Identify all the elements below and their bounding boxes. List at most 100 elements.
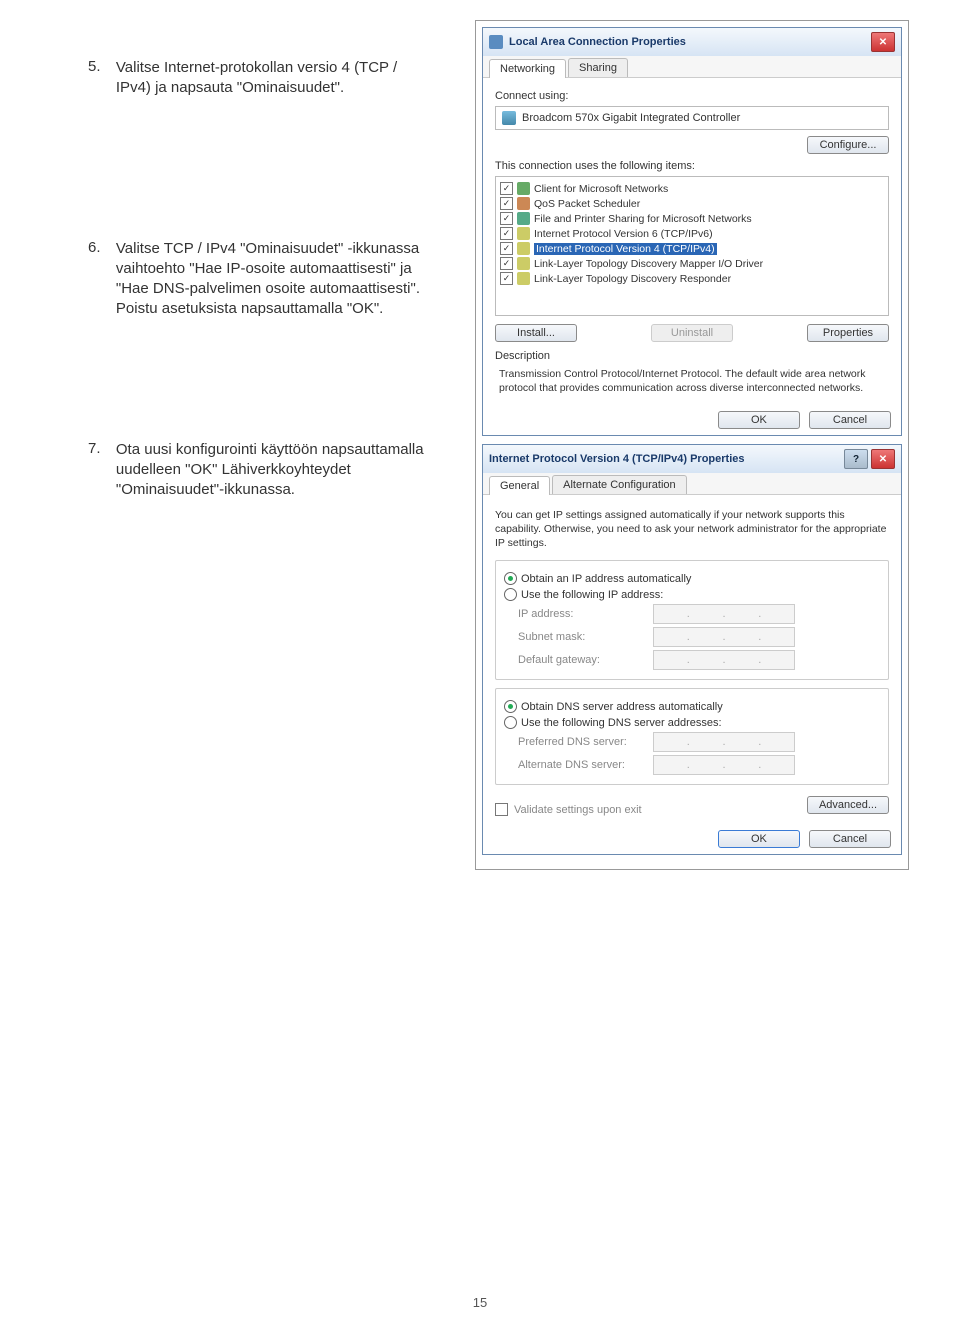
checkbox-icon[interactable]: ✓ — [500, 272, 513, 285]
tab-general[interactable]: General — [489, 476, 550, 495]
checkbox-label: Validate settings upon exit — [514, 804, 642, 816]
cancel-button[interactable]: Cancel — [809, 830, 891, 848]
item-label: Link-Layer Topology Discovery Mapper I/O… — [534, 258, 763, 270]
step-7: 7. Ota uusi konfigurointi käyttöön napsa… — [88, 440, 448, 501]
intro-text: You can get IP settings assigned automat… — [495, 509, 889, 550]
radio-label: Obtain an IP address automatically — [521, 573, 691, 585]
radio-use-ip[interactable]: Use the following IP address: — [504, 588, 880, 601]
list-item: ✓File and Printer Sharing for Microsoft … — [500, 211, 884, 226]
radio-icon[interactable] — [504, 572, 517, 585]
tab-sharing[interactable]: Sharing — [568, 58, 628, 77]
ip-input: ... — [653, 650, 795, 670]
tab-row: Networking Sharing — [483, 56, 901, 78]
ok-button[interactable]: OK — [718, 830, 800, 848]
list-item-selected: ✓ Internet Protocol Version 4 (TCP/IPv4) — [500, 241, 884, 256]
close-icon[interactable]: ✕ — [871, 449, 895, 469]
ip-input: ... — [653, 732, 795, 752]
tab-alternate[interactable]: Alternate Configuration — [552, 475, 687, 494]
field-label: IP address: — [518, 608, 653, 620]
ipv4-properties-dialog: Internet Protocol Version 4 (TCP/IPv4) P… — [482, 444, 902, 855]
checkbox-icon[interactable]: ✓ — [500, 182, 513, 195]
radio-auto-ip[interactable]: Obtain an IP address automatically — [504, 572, 880, 585]
subnet-row: Subnet mask: ... — [504, 627, 880, 647]
configure-button[interactable]: Configure... — [807, 136, 889, 154]
radio-icon[interactable] — [504, 700, 517, 713]
checkbox-icon[interactable] — [495, 803, 508, 816]
field-label: Alternate DNS server: — [518, 759, 653, 771]
tab-row: General Alternate Configuration — [483, 473, 901, 495]
lan-properties-dialog: Local Area Connection Properties ✕ Netwo… — [482, 27, 902, 436]
ip-input: ... — [653, 604, 795, 624]
screenshot-panel: Local Area Connection Properties ✕ Netwo… — [475, 20, 909, 870]
service-icon — [517, 212, 530, 225]
checkbox-icon[interactable]: ✓ — [500, 227, 513, 240]
radio-label: Use the following IP address: — [521, 589, 663, 601]
list-item: ✓ Internet Protocol Version 6 (TCP/IPv6) — [500, 226, 884, 241]
step-number: 5. — [88, 58, 112, 75]
item-label: Internet Protocol Version 6 (TCP/IPv6) — [534, 228, 713, 240]
radio-icon[interactable] — [504, 716, 517, 729]
service-icon — [517, 197, 530, 210]
adapter-icon — [502, 111, 516, 125]
validate-checkbox[interactable]: Validate settings upon exit — [495, 803, 642, 816]
step-text: Valitse Internet-protokollan versio 4 (T… — [116, 58, 436, 99]
list-item: ✓ Client for Microsoft Networks — [500, 181, 884, 196]
ip-address-row: IP address: ... — [504, 604, 880, 624]
checkbox-icon[interactable]: ✓ — [500, 197, 513, 210]
client-icon — [517, 182, 530, 195]
step-text: Ota uusi konfigurointi käyttöön napsautt… — [116, 440, 436, 501]
item-label: Internet Protocol Version 4 (TCP/IPv4) — [534, 243, 717, 255]
network-icon — [489, 35, 503, 49]
adapter-name: Broadcom 570x Gigabit Integrated Control… — [522, 112, 740, 124]
radio-auto-dns[interactable]: Obtain DNS server address automatically — [504, 700, 880, 713]
cancel-button[interactable]: Cancel — [809, 411, 891, 429]
page-number: 15 — [0, 1295, 960, 1310]
uninstall-button: Uninstall — [651, 324, 733, 342]
instruction-list: 5. Valitse Internet-protokollan versio 4… — [88, 58, 448, 560]
step-number: 6. — [88, 239, 112, 256]
gateway-row: Default gateway: ... — [504, 650, 880, 670]
tab-networking[interactable]: Networking — [489, 59, 566, 78]
dns-group: Obtain DNS server address automatically … — [495, 688, 889, 785]
ip-group: Obtain an IP address automatically Use t… — [495, 560, 889, 680]
description-label: Description — [495, 350, 889, 362]
description-text: Transmission Control Protocol/Internet P… — [495, 366, 889, 397]
list-item: ✓ Link-Layer Topology Discovery Responder — [500, 271, 884, 286]
advanced-button[interactable]: Advanced... — [807, 796, 889, 814]
field-label: Default gateway: — [518, 654, 653, 666]
checkbox-icon[interactable]: ✓ — [500, 242, 513, 255]
ip-input: ... — [653, 755, 795, 775]
close-icon[interactable]: ✕ — [871, 32, 895, 52]
adapter-box[interactable]: Broadcom 570x Gigabit Integrated Control… — [495, 106, 889, 130]
titlebar[interactable]: Local Area Connection Properties ✕ — [483, 28, 901, 56]
step-5: 5. Valitse Internet-protokollan versio 4… — [88, 58, 448, 99]
items-label: This connection uses the following items… — [495, 160, 889, 172]
step-text: Valitse TCP / IPv4 "Ominaisuudet" -ikkun… — [116, 239, 436, 320]
dialog-title: Internet Protocol Version 4 (TCP/IPv4) P… — [489, 453, 844, 465]
checkbox-icon[interactable]: ✓ — [500, 257, 513, 270]
install-button[interactable]: Install... — [495, 324, 577, 342]
alt-dns-row: Alternate DNS server: ... — [504, 755, 880, 775]
step-number: 7. — [88, 440, 112, 457]
protocol-icon — [517, 257, 530, 270]
titlebar[interactable]: Internet Protocol Version 4 (TCP/IPv4) P… — [483, 445, 901, 473]
step-6: 6. Valitse TCP / IPv4 "Ominaisuudet" -ik… — [88, 239, 448, 320]
item-label: QoS Packet Scheduler — [534, 198, 640, 210]
field-label: Subnet mask: — [518, 631, 653, 643]
radio-label: Obtain DNS server address automatically — [521, 701, 723, 713]
pref-dns-row: Preferred DNS server: ... — [504, 732, 880, 752]
item-label: Client for Microsoft Networks — [534, 183, 668, 195]
ip-input: ... — [653, 627, 795, 647]
field-label: Preferred DNS server: — [518, 736, 653, 748]
properties-button[interactable]: Properties — [807, 324, 889, 342]
radio-label: Use the following DNS server addresses: — [521, 717, 722, 729]
checkbox-icon[interactable]: ✓ — [500, 212, 513, 225]
list-item: ✓ QoS Packet Scheduler — [500, 196, 884, 211]
help-icon[interactable]: ? — [844, 449, 868, 469]
radio-use-dns[interactable]: Use the following DNS server addresses: — [504, 716, 880, 729]
item-label: Link-Layer Topology Discovery Responder — [534, 273, 731, 285]
ok-button[interactable]: OK — [718, 411, 800, 429]
items-listbox[interactable]: ✓ Client for Microsoft Networks ✓ QoS Pack… — [495, 176, 889, 316]
connect-using-label: Connect using: — [495, 90, 889, 102]
radio-icon[interactable] — [504, 588, 517, 601]
